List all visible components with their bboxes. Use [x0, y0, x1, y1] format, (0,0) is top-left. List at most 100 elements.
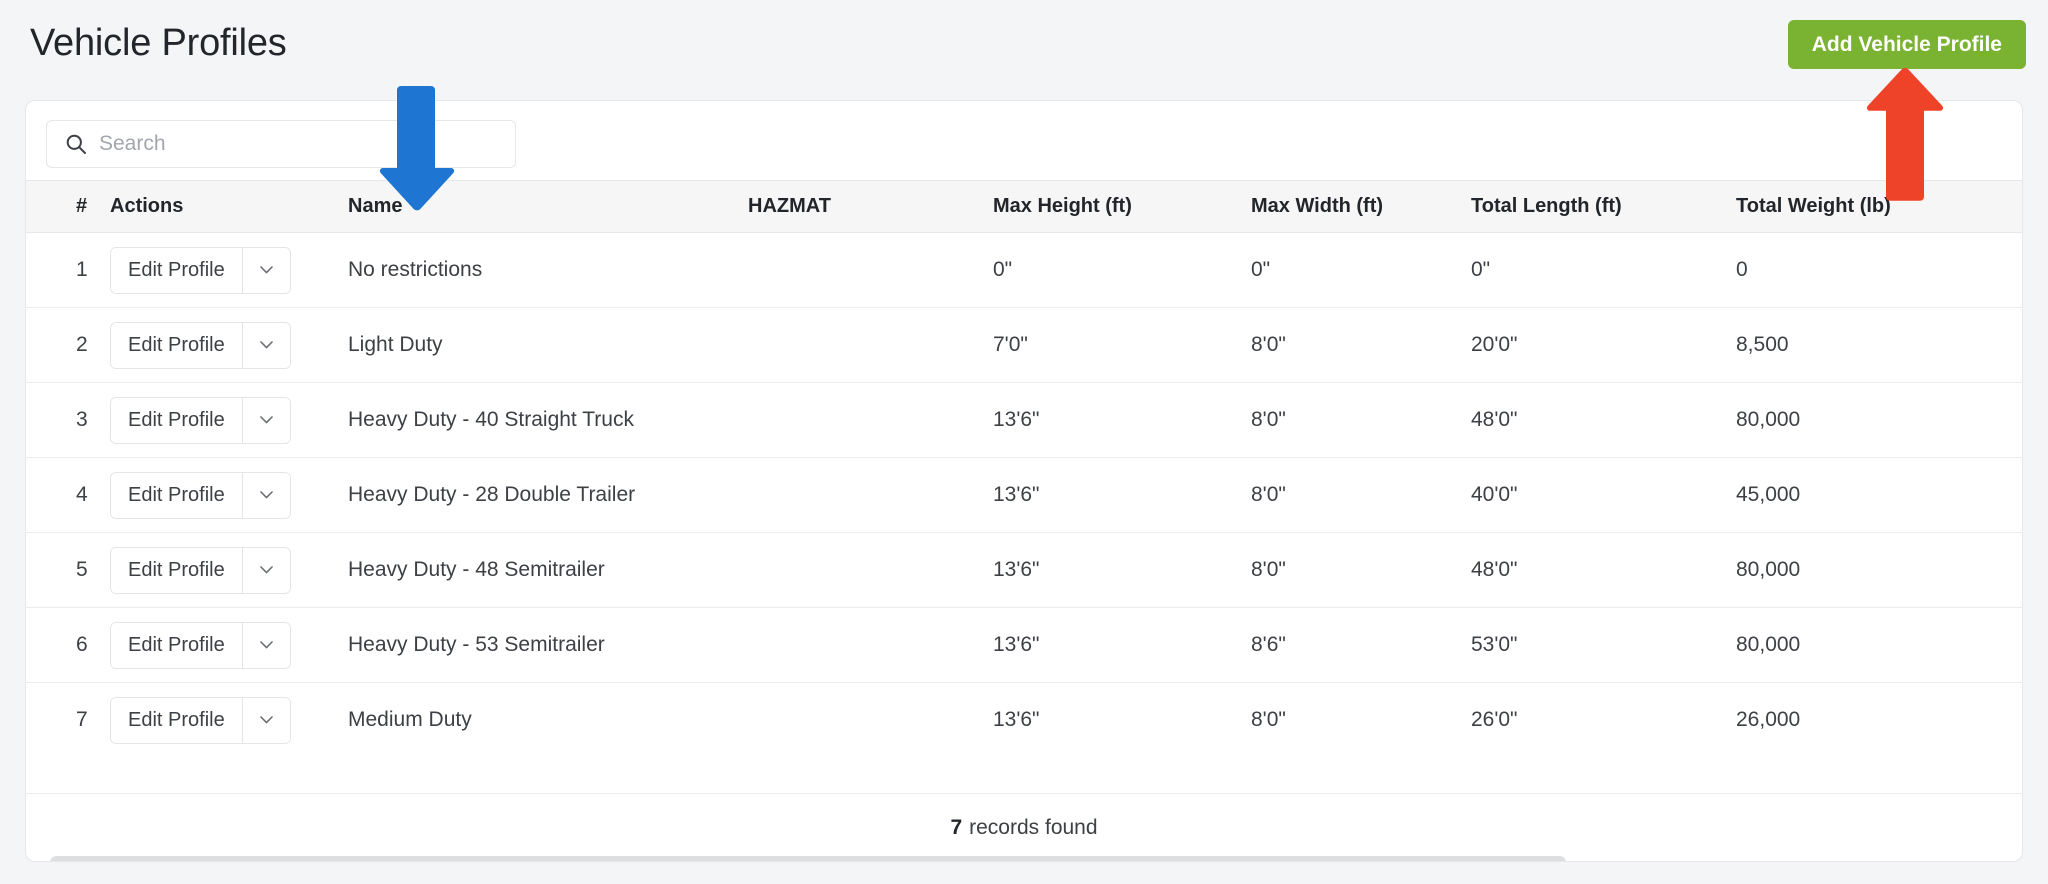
row-max-width: 8'0": [1251, 382, 1471, 458]
edit-profile-split-button: Edit Profile: [110, 396, 291, 444]
row-max-width: 8'0": [1251, 307, 1471, 383]
row-name: No restrictions: [348, 232, 748, 308]
row-max-height: 13'6": [993, 532, 1251, 608]
row-max-width: 0": [1251, 232, 1471, 308]
row-total-weight: 80,000: [1736, 532, 2022, 608]
row-index: 7: [76, 708, 88, 731]
row-name: Heavy Duty - 48 Semitrailer: [348, 532, 748, 608]
vehicle-profiles-table: # Actions Name HAZMAT Max Height (ft) Ma…: [26, 180, 2022, 757]
edit-profile-split-button: Edit Profile: [110, 696, 291, 744]
row-index: 1: [26, 232, 98, 308]
edit-profile-split-button: Edit Profile: [110, 321, 291, 369]
row-name: Heavy Duty - 40 Straight Truck: [348, 382, 748, 458]
page-header: Vehicle Profiles Add Vehicle Profile: [0, 0, 2048, 100]
row-total-length: 48'0": [1471, 532, 1736, 608]
row-actions: Edit Profile: [98, 683, 348, 758]
row-hazmat: [748, 232, 993, 308]
row-actions: Edit Profile: [98, 532, 348, 608]
table-row: 7 Edit Profile Medium Duty 13'6" 8'0" 26'0" 26…: [26, 683, 2022, 758]
table-row: 4 Edit Profile Heavy Duty - 28 Double Trai…: [26, 457, 2022, 533]
row-max-width: 8'0": [1251, 532, 1471, 608]
table-head: # Actions Name HAZMAT Max Height (ft) Ma…: [26, 180, 2022, 233]
edit-profile-button[interactable]: Edit Profile: [111, 697, 242, 743]
chevron-down-icon: [259, 341, 273, 349]
edit-profile-button[interactable]: Edit Profile: [111, 472, 242, 518]
row-hazmat: [748, 532, 993, 608]
row-hazmat: [748, 607, 993, 683]
table-body: 1 Edit Profile No restrictions 0" 0" 0" 0 2 Edit…: [26, 232, 2022, 758]
row-max-height: 13'6": [993, 382, 1251, 458]
row-total-weight: 26,000: [1736, 708, 1801, 731]
search-row: [26, 101, 2022, 180]
edit-profile-button[interactable]: Edit Profile: [111, 622, 242, 668]
table-row: 3 Edit Profile Heavy Duty - 40 Straight Tr…: [26, 382, 2022, 458]
row-hazmat: [748, 683, 993, 758]
search-input[interactable]: [99, 132, 479, 156]
chevron-down-icon: [259, 641, 273, 649]
column-header-max-height[interactable]: Max Height (ft): [993, 181, 1251, 233]
records-found-label: records found: [969, 816, 1098, 839]
row-name: Heavy Duty - 28 Double Trailer: [348, 457, 748, 533]
edit-profile-split-button: Edit Profile: [110, 546, 291, 594]
table-header-row: # Actions Name HAZMAT Max Height (ft) Ma…: [26, 180, 2022, 233]
row-total-length: 26'0": [1471, 708, 1518, 731]
edit-profile-split-button: Edit Profile: [110, 471, 291, 519]
column-header-index[interactable]: #: [26, 181, 98, 233]
row-total-length: 0": [1471, 232, 1736, 308]
column-header-actions[interactable]: Actions: [98, 181, 348, 233]
column-header-name[interactable]: Name: [348, 181, 748, 233]
vehicle-profiles-table-wrap: # Actions Name HAZMAT Max Height (ft) Ma…: [26, 180, 2022, 861]
row-max-height: 0": [993, 232, 1251, 308]
edit-profile-dropdown-toggle[interactable]: [241, 397, 290, 443]
row-hazmat: [748, 307, 993, 383]
edit-profile-split-button: Edit Profile: [110, 621, 291, 669]
edit-profile-split-button: Edit Profile: [110, 246, 291, 294]
row-max-width: 8'0": [1251, 708, 1286, 731]
row-actions: Edit Profile: [98, 307, 348, 383]
column-header-hazmat[interactable]: HAZMAT: [748, 181, 993, 233]
row-total-weight: 80,000: [1736, 382, 2022, 458]
row-total-weight: 8,500: [1736, 307, 2022, 383]
vehicle-profiles-card: # Actions Name HAZMAT Max Height (ft) Ma…: [25, 100, 2023, 862]
row-index: 6: [26, 607, 98, 683]
column-header-total-weight[interactable]: Total Weight (lb): [1736, 181, 2022, 233]
chevron-down-icon: [259, 566, 273, 574]
row-max-height: 13'6": [993, 457, 1251, 533]
edit-profile-dropdown-toggle[interactable]: [241, 322, 290, 368]
row-total-length: 48'0": [1471, 382, 1736, 458]
column-header-max-width[interactable]: Max Width (ft): [1251, 181, 1471, 233]
edit-profile-button[interactable]: Edit Profile: [111, 322, 242, 368]
row-name: Medium Duty: [348, 708, 472, 731]
row-max-height: 13'6": [993, 708, 1040, 731]
search-icon: [66, 134, 86, 154]
row-max-height: 13'6": [993, 607, 1251, 683]
row-index: 3: [26, 382, 98, 458]
chevron-down-icon: [259, 416, 273, 424]
edit-profile-dropdown-toggle[interactable]: [241, 247, 290, 293]
edit-profile-button[interactable]: Edit Profile: [111, 547, 242, 593]
row-total-weight: 80,000: [1736, 607, 2022, 683]
row-actions: Edit Profile: [98, 232, 348, 308]
chevron-down-icon: [259, 716, 273, 724]
row-total-weight: 0: [1736, 232, 2022, 308]
row-total-length: 20'0": [1471, 307, 1736, 383]
row-max-width: 8'6": [1251, 607, 1471, 683]
edit-profile-button[interactable]: Edit Profile: [111, 397, 242, 443]
row-index: 5: [26, 532, 98, 608]
table-row: 5 Edit Profile Heavy Duty - 48 Semitrailer…: [26, 532, 2022, 608]
row-total-length: 53'0": [1471, 607, 1736, 683]
edit-profile-dropdown-toggle[interactable]: [241, 697, 290, 743]
row-max-height: 7'0": [993, 307, 1251, 383]
add-vehicle-profile-button[interactable]: Add Vehicle Profile: [1787, 20, 2026, 69]
column-header-total-length[interactable]: Total Length (ft): [1471, 181, 1736, 233]
chevron-down-icon: [259, 266, 273, 274]
row-actions: Edit Profile: [98, 457, 348, 533]
row-hazmat: [748, 457, 993, 533]
chevron-down-icon: [259, 491, 273, 499]
edit-profile-dropdown-toggle[interactable]: [241, 622, 290, 668]
edit-profile-dropdown-toggle[interactable]: [241, 547, 290, 593]
row-max-width: 8'0": [1251, 457, 1471, 533]
search-box[interactable]: [46, 120, 516, 168]
edit-profile-dropdown-toggle[interactable]: [241, 472, 290, 518]
edit-profile-button[interactable]: Edit Profile: [111, 247, 242, 293]
